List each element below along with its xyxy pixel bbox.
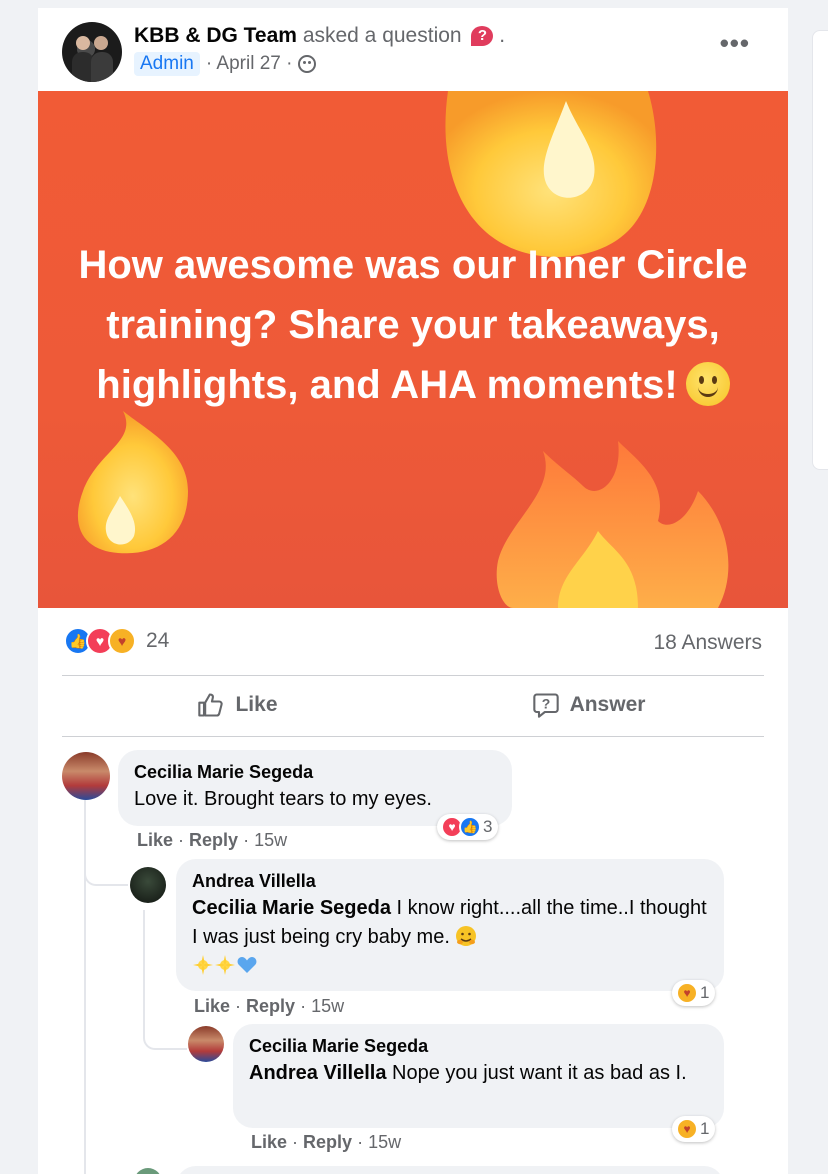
answer-icon: ?: [532, 693, 559, 718]
comment-reaction-count: 1: [700, 1119, 710, 1138]
comment-reactions[interactable]: ♥ 👍 3: [437, 814, 499, 840]
smiley-icon: [685, 362, 730, 406]
like-button-label: Like: [235, 693, 278, 716]
post-header: KBB & DG Team asked a question ? . Admin…: [62, 15, 788, 82]
admin-badge[interactable]: Admin: [134, 52, 200, 76]
globe-icon: [298, 55, 317, 73]
like-reaction-icon: 👍: [459, 816, 481, 838]
answers-count[interactable]: 18 Answers: [653, 631, 762, 655]
comment-reaction-count: 1: [700, 983, 710, 1002]
blue-heart-icon: [237, 957, 257, 973]
avatar[interactable]: [188, 1026, 224, 1062]
post-meta: Admin · April 27 ·: [134, 52, 317, 76]
thread-line: [143, 910, 145, 1030]
thumb-icon: [198, 693, 224, 717]
thread-connector: [84, 858, 128, 886]
avatar[interactable]: [134, 1168, 162, 1174]
more-icon[interactable]: •••: [720, 30, 750, 56]
comment-author[interactable]: Andrea Villella: [192, 871, 708, 892]
sparkle-icon: [193, 955, 213, 975]
comment-bubble: Cecilia Marie Segeda Andrea Villella Nop…: [233, 1024, 724, 1128]
comment-like-link[interactable]: Like: [194, 996, 230, 1016]
thread-connector: [143, 1020, 187, 1050]
comment-reply-link[interactable]: Reply: [246, 996, 295, 1016]
comment-age[interactable]: 15w: [368, 1132, 401, 1152]
comment-bubble: Andrea Villella Cecilia Marie Segeda I k…: [176, 859, 724, 991]
care-reaction-icon: ♥: [676, 982, 698, 1004]
comment-age[interactable]: 15w: [311, 996, 344, 1016]
comment-author[interactable]: Cecilia Marie Segeda: [249, 1036, 708, 1057]
question-banner[interactable]: How awesome was our Inner Circle trainin…: [38, 91, 788, 608]
comment-reaction-count: 3: [483, 817, 493, 836]
comment-text: Andrea Villella Nope you just want it as…: [249, 1059, 708, 1088]
avatar[interactable]: [62, 752, 110, 800]
comment-actions: Like · Reply · 15w: [194, 996, 345, 1016]
title-trailing-dot: .: [499, 24, 506, 47]
care-reaction-icon: ♥: [676, 1118, 698, 1140]
comment-reactions[interactable]: ♥ 1: [672, 980, 716, 1006]
comment-text: Love it. Brought tears to my eyes.: [134, 788, 432, 810]
comment-like-link[interactable]: Like: [251, 1132, 287, 1152]
care-reaction-icon: ♥: [108, 627, 136, 655]
divider: [62, 736, 764, 737]
reaction-count: 24: [146, 629, 170, 652]
post-stats: 👍 ♥ ♥ 24 18 Answers: [64, 623, 762, 663]
comment-actions: Like · Reply · 15w: [137, 830, 288, 850]
comment-reply-link[interactable]: Reply: [189, 830, 238, 850]
comment-like-link[interactable]: Like: [137, 830, 173, 850]
svg-text:?: ?: [541, 696, 550, 712]
comment-body: Nope you just want it as bad as I.: [392, 1062, 687, 1084]
hugging-face-icon: [456, 926, 477, 946]
question-badge-icon: ?: [471, 26, 494, 46]
like-button[interactable]: Like: [62, 676, 413, 734]
mention-link[interactable]: Cecilia Marie Segeda: [192, 897, 391, 919]
adjacent-panel-edge: [812, 30, 828, 470]
banner-question-text: How awesome was our Inner Circle trainin…: [68, 235, 758, 415]
comment-reply-link[interactable]: Reply: [303, 1132, 352, 1152]
page-name-link[interactable]: KBB & DG Team: [134, 24, 297, 47]
answer-button-label: Answer: [569, 693, 646, 716]
post-date[interactable]: · April 27 ·: [206, 53, 293, 75]
comment-age[interactable]: 15w: [254, 830, 287, 850]
banner-question-label: How awesome was our Inner Circle trainin…: [78, 243, 748, 407]
post-action-bar: Like ? Answer: [62, 676, 764, 734]
thread-line: [84, 800, 86, 1174]
comment-reactions[interactable]: ♥ 1: [672, 1116, 716, 1142]
comment-text: Cecilia Marie Segeda I know right....all…: [192, 894, 708, 981]
mention-link[interactable]: Andrea Villella: [249, 1062, 386, 1084]
comment-actions: Like · Reply · 15w: [251, 1132, 402, 1152]
answer-button[interactable]: ? Answer: [413, 676, 764, 734]
post-card: KBB & DG Team asked a question ? . Admin…: [38, 8, 788, 1174]
avatar[interactable]: [130, 867, 166, 903]
post-action-text: asked a question: [302, 24, 462, 47]
page-avatar[interactable]: [62, 22, 122, 82]
comment-bubble: [176, 1166, 724, 1174]
comment-author[interactable]: Cecilia Marie Segeda: [134, 762, 496, 783]
post-title-line: KBB & DG Team asked a question ? .: [134, 24, 505, 48]
reaction-summary[interactable]: 👍 ♥ ♥ 24: [64, 627, 169, 655]
sparkle-icon: [215, 955, 235, 975]
